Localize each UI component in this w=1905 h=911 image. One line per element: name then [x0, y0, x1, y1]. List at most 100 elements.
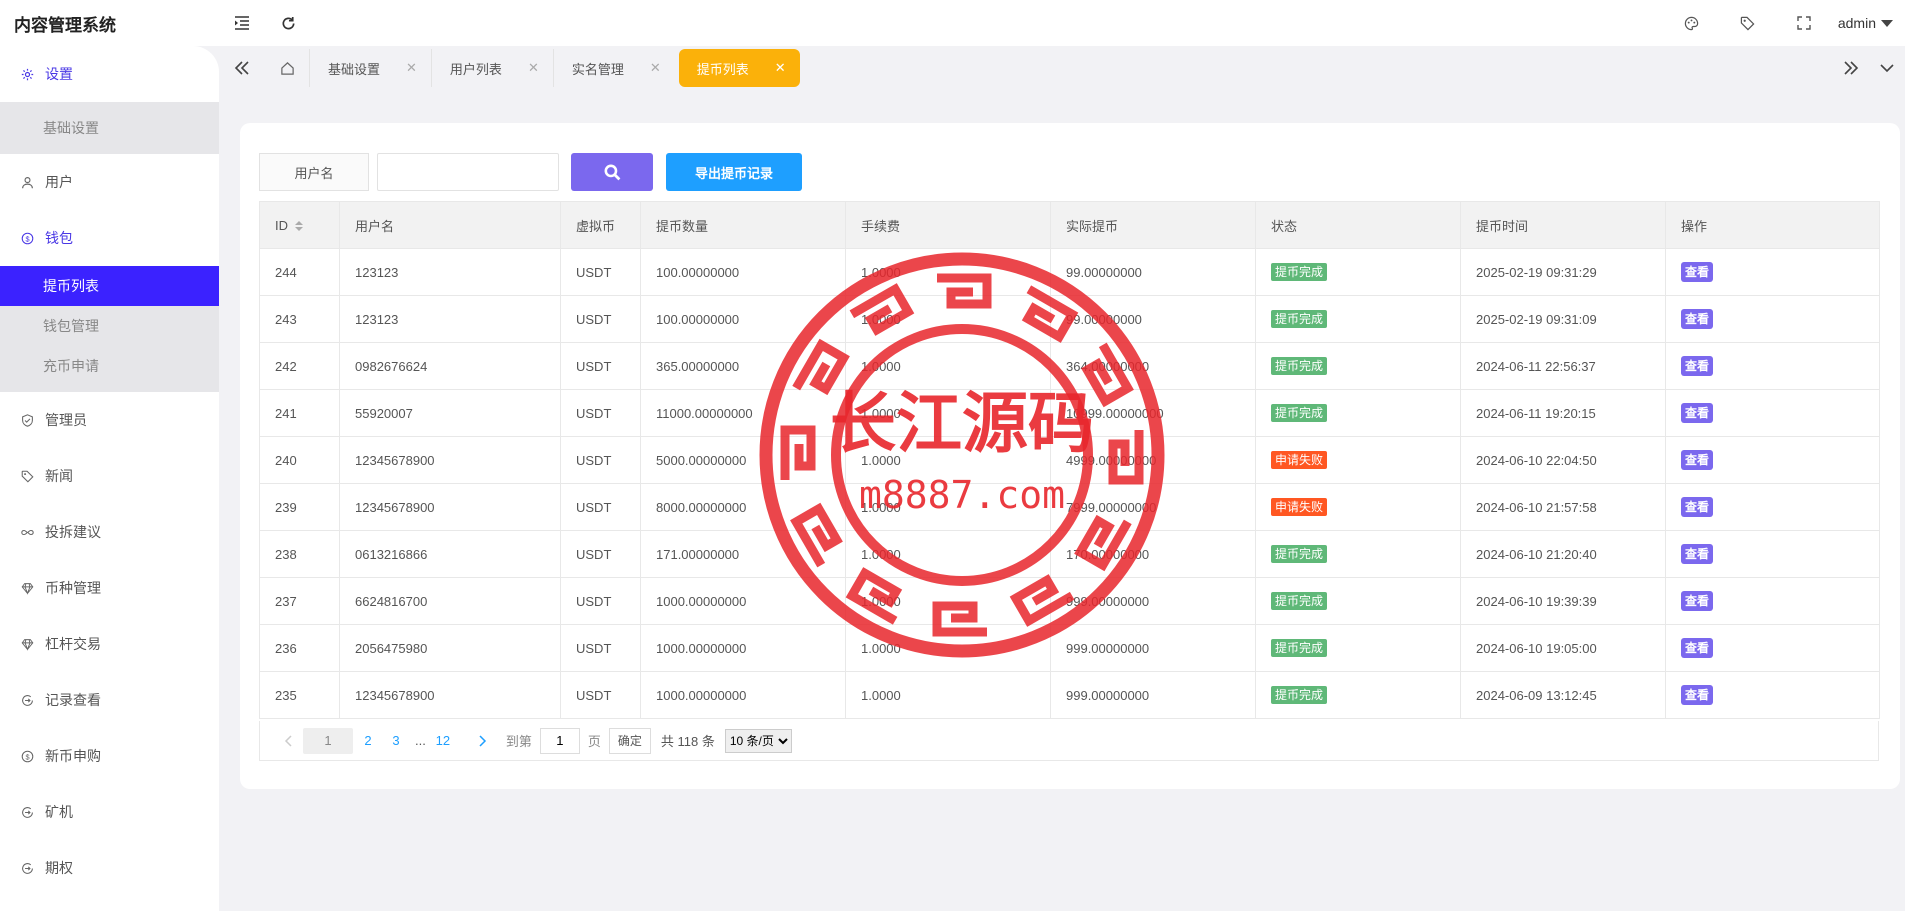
submenu-settings: 基础设置: [0, 102, 219, 154]
page-current[interactable]: 1: [303, 727, 353, 754]
confirm-button[interactable]: 确定: [608, 727, 651, 754]
sidebar-item-settings[interactable]: 设置: [0, 46, 219, 102]
username-input[interactable]: [377, 153, 559, 191]
view-button[interactable]: 查看: [1681, 356, 1714, 376]
tabs-menu-chevron-icon[interactable]: [1869, 46, 1905, 90]
table-cell: 55920007: [339, 389, 561, 437]
table-cell: 查看: [1665, 624, 1880, 672]
table-row: 238 0613216866 USDT 171.00000000 1.0000 170.0…: [259, 530, 1880, 578]
top-bar: 内容管理系统 admin: [0, 0, 1905, 46]
next-page-icon[interactable]: [470, 728, 496, 754]
table-cell: 1.0000: [845, 624, 1051, 672]
user-icon: [20, 175, 34, 189]
goto-page-input[interactable]: [539, 727, 580, 754]
view-button[interactable]: 查看: [1681, 544, 1714, 564]
close-icon[interactable]: ✕: [406, 60, 417, 76]
search-icon: [604, 164, 620, 180]
close-icon[interactable]: ✕: [650, 60, 661, 76]
sidebar-item-label: 设置: [45, 66, 73, 82]
table-cell: 6624816700: [339, 577, 561, 625]
sidebar-item-basic-settings[interactable]: 基础设置: [0, 102, 219, 154]
sidebar-item-feedback[interactable]: 投拆建议: [0, 504, 219, 560]
status-badge: 提币完成: [1271, 310, 1328, 328]
sidebar-item-leverage[interactable]: 杠杆交易: [0, 616, 219, 672]
refresh-icon[interactable]: [265, 0, 311, 46]
table-cell: 243: [259, 295, 340, 343]
col-header-label: ID: [275, 217, 288, 233]
view-button[interactable]: 查看: [1681, 685, 1714, 705]
pagination: 1 2 3 ... 12 到第 页 确定 共 118 条 10 条/页: [259, 721, 1879, 761]
table-cell: 申请失败: [1255, 436, 1461, 484]
tab-withdraw-list[interactable]: 提币列表 ✕: [678, 49, 800, 87]
circle-arrow-icon: [20, 861, 34, 875]
col-header-id[interactable]: ID: [259, 201, 340, 249]
page-link[interactable]: 2: [355, 728, 381, 754]
menu-fold-icon[interactable]: [219, 0, 265, 46]
sidebar-item-news[interactable]: 新闻: [0, 448, 219, 504]
table-cell: 查看: [1665, 248, 1880, 296]
tag-icon[interactable]: [1720, 0, 1776, 46]
tab-user-list[interactable]: 用户列表 ✕: [430, 49, 553, 87]
table-cell: 11000.00000000: [640, 389, 846, 437]
table-cell: 1.0000: [845, 483, 1051, 531]
sidebar-item-options[interactable]: 期权: [0, 840, 219, 896]
table-cell: 100.00000000: [640, 295, 846, 343]
tabs-scroll-right-icon[interactable]: [1833, 46, 1869, 90]
fullscreen-icon[interactable]: [1776, 0, 1832, 46]
sidebar-item-users[interactable]: 用户: [0, 154, 219, 210]
sidebar-item-miner[interactable]: 矿机: [0, 784, 219, 840]
table-cell: 查看: [1665, 342, 1880, 390]
home-icon[interactable]: [265, 49, 309, 87]
sidebar-item-deposit-apply[interactable]: 充币申请: [0, 346, 219, 386]
content-panel: 用户名 导出提币记录 ID 用户名 虚拟币 提币数量 手续费 实际提币 状态 提…: [240, 123, 1900, 789]
sidebar-item-wallet-manage[interactable]: 钱包管理: [0, 306, 219, 346]
page-link-last[interactable]: 12: [430, 728, 456, 754]
table-cell: USDT: [560, 436, 641, 484]
view-button[interactable]: 查看: [1681, 591, 1714, 611]
sort-icon[interactable]: [295, 221, 303, 232]
tab-label: 用户列表: [449, 61, 502, 77]
view-button[interactable]: 查看: [1681, 450, 1714, 470]
prev-page-icon[interactable]: [275, 728, 301, 754]
tab-realname[interactable]: 实名管理 ✕: [552, 49, 675, 87]
user-name: admin: [1837, 15, 1876, 31]
close-icon[interactable]: ✕: [528, 60, 539, 76]
view-button[interactable]: 查看: [1681, 497, 1714, 517]
shield-icon: [20, 413, 34, 427]
sidebar-item-label: 钱包: [45, 230, 73, 246]
sidebar-item-withdraw-list[interactable]: 提币列表: [0, 266, 219, 306]
view-button[interactable]: 查看: [1681, 638, 1714, 658]
table-cell: 2024-06-09 13:12:45: [1460, 671, 1666, 719]
view-button[interactable]: 查看: [1681, 403, 1714, 423]
view-button[interactable]: 查看: [1681, 262, 1714, 282]
table-cell: 2056475980: [339, 624, 561, 672]
table-cell: 1.0000: [845, 671, 1051, 719]
view-button[interactable]: 查看: [1681, 309, 1714, 329]
sidebar-item-coins[interactable]: 币种管理: [0, 560, 219, 616]
close-icon[interactable]: ✕: [775, 60, 786, 76]
table-cell: 2024-06-10 21:20:40: [1460, 530, 1666, 578]
tab-basic-settings[interactable]: 基础设置 ✕: [309, 49, 431, 87]
table-cell: 提币完成: [1255, 342, 1461, 390]
sidebar-item-new-coin[interactable]: $ 新币申购: [0, 728, 219, 784]
palette-icon[interactable]: [1664, 0, 1720, 46]
tabs-scroll-left-icon[interactable]: [219, 46, 265, 90]
sidebar-item-label: 记录查看: [45, 692, 101, 708]
col-header: 用户名: [339, 201, 561, 249]
diamond-icon: [20, 581, 34, 595]
sidebar-item-records[interactable]: 记录查看: [0, 672, 219, 728]
user-menu[interactable]: admin: [1832, 15, 1905, 31]
export-button[interactable]: 导出提币记录: [666, 153, 803, 191]
table-cell: 365.00000000: [640, 342, 846, 390]
sidebar-item-wallet[interactable]: $ 钱包: [0, 210, 219, 266]
search-button[interactable]: [571, 153, 653, 191]
table-cell: 242: [259, 342, 340, 390]
status-badge: 提币完成: [1271, 404, 1328, 422]
sidebar-item-label: 币种管理: [45, 580, 101, 596]
table-cell: 申请失败: [1255, 483, 1461, 531]
table-cell: 查看: [1665, 436, 1880, 484]
sidebar-item-admins[interactable]: 管理员: [0, 392, 219, 448]
table-cell: USDT: [560, 389, 641, 437]
page-size-select[interactable]: 10 条/页: [724, 728, 792, 753]
page-link[interactable]: 3: [383, 728, 409, 754]
